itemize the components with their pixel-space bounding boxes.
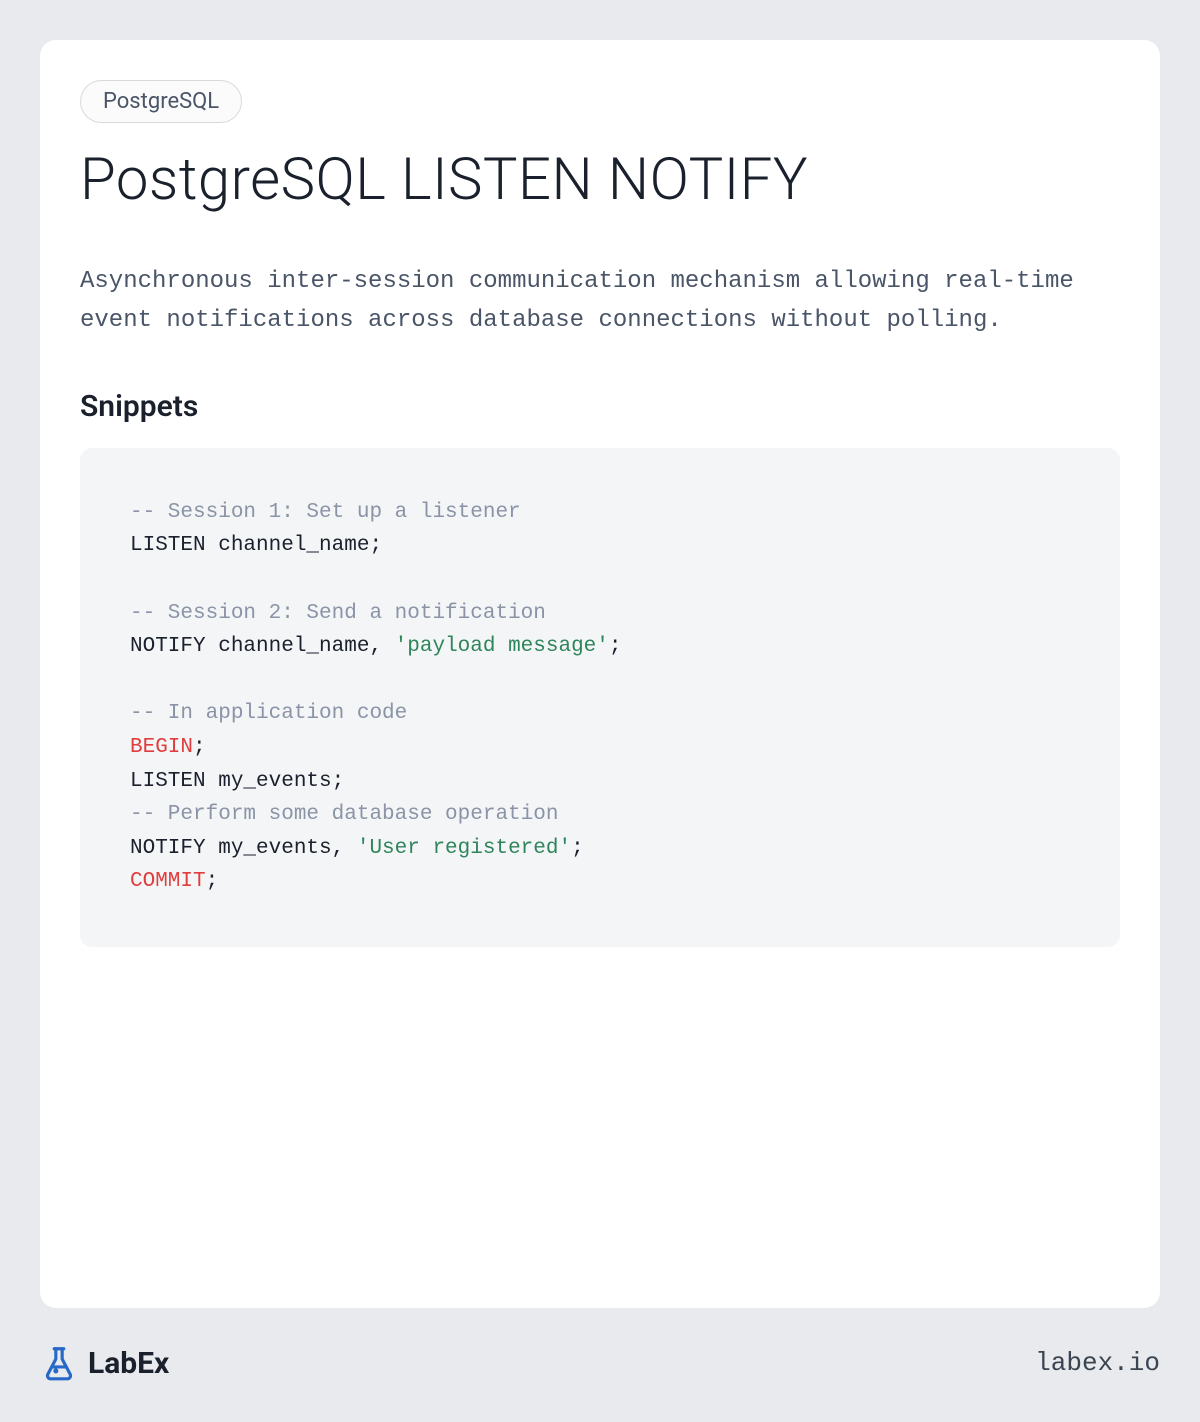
snippets-heading: Snippets [80,389,1120,424]
flask-icon [40,1344,78,1382]
page-title: PostgreSQL LISTEN NOTIFY [80,147,1120,214]
brand-name: LabEx [88,1346,169,1381]
brand-logo: LabEx [40,1344,169,1382]
description-text: Asynchronous inter-session communication… [80,262,1120,341]
category-tag: PostgreSQL [80,80,242,123]
brand-url: labex.io [1035,1348,1160,1378]
footer: LabEx labex.io [40,1308,1160,1382]
code-snippet: -- Session 1: Set up a listener LISTEN c… [80,448,1120,947]
content-card: PostgreSQL PostgreSQL LISTEN NOTIFY Asyn… [40,40,1160,1308]
